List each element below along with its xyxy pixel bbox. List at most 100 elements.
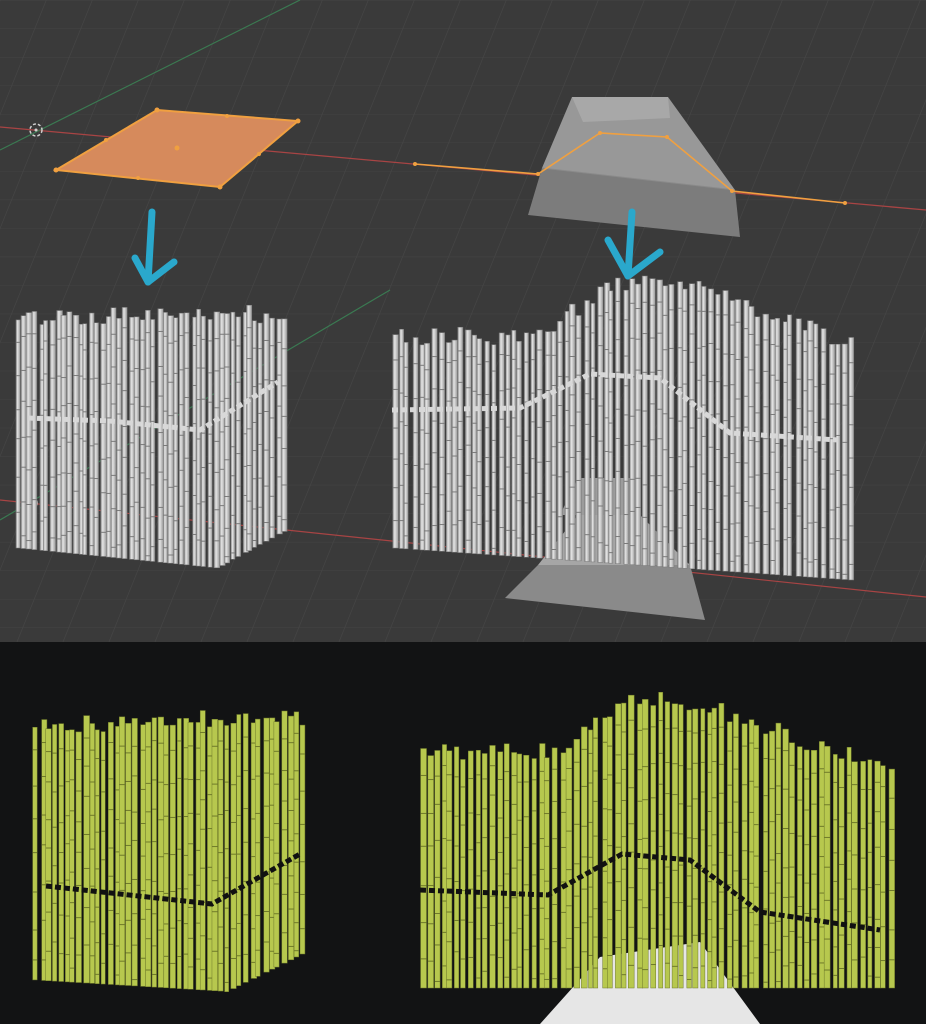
bamboo-pole (664, 701, 670, 989)
bamboo-pole (602, 717, 608, 989)
bamboo-fence-box[interactable] (15, 304, 288, 569)
bamboo-pole (139, 319, 146, 561)
bamboo-pole (867, 759, 873, 989)
bamboo-pole (484, 341, 490, 555)
bamboo-pole (235, 316, 241, 557)
bamboo-pole (399, 329, 404, 549)
bamboo-pole (288, 715, 295, 961)
bamboo-pole (60, 315, 67, 553)
bamboo-pole (451, 339, 458, 553)
bamboo-pole (196, 308, 201, 567)
bamboo-pole (43, 320, 48, 551)
bamboo-pole (671, 703, 678, 989)
bamboo-pole (551, 747, 558, 989)
bamboo-pole (615, 277, 621, 564)
bamboo-pole (100, 323, 107, 557)
bamboo-pole (211, 719, 218, 991)
bamboo-pole (748, 719, 755, 989)
bamboo-pole (688, 283, 695, 570)
bamboo-pole (157, 716, 164, 988)
bamboo-pole (100, 731, 106, 985)
bamboo-pole (476, 338, 482, 555)
bamboo-pole (763, 733, 769, 989)
bamboo-pole (621, 702, 627, 989)
bamboo-pole (460, 759, 466, 989)
bamboo-pole (545, 331, 552, 559)
bamboo-pole (457, 326, 464, 553)
bamboo-pole (597, 286, 604, 563)
bamboo-pole (753, 725, 760, 989)
bamboo-pole (692, 708, 699, 989)
bamboo-pole (243, 713, 249, 983)
bamboo-pole (434, 750, 441, 989)
bamboo-pole (608, 290, 614, 564)
bamboo-pole (491, 344, 497, 556)
bamboo-pole (192, 316, 197, 566)
bamboo-pole (833, 754, 838, 989)
bamboo-pole (257, 322, 263, 545)
bamboo-pole (789, 742, 795, 989)
bamboo-pole (32, 727, 38, 981)
bamboo-pole (775, 722, 782, 989)
bamboo-pole (224, 725, 229, 992)
bamboo-pole (431, 328, 438, 552)
bamboo-pole (627, 694, 635, 989)
bamboo-pole (517, 753, 522, 989)
bamboo-pole (66, 311, 73, 554)
bamboo-pole (682, 288, 688, 569)
bamboo-pole (819, 741, 825, 989)
bamboo-pole (782, 321, 788, 576)
bamboo-pole (592, 717, 599, 989)
bamboo-pole (848, 337, 855, 581)
bamboo-pole (590, 303, 596, 563)
bamboo-pole (748, 306, 755, 574)
bamboo-pole (412, 337, 419, 550)
bamboo-pole (133, 316, 140, 561)
bamboo-pole (523, 332, 529, 558)
bamboo-pole (255, 718, 261, 977)
bamboo-pole (634, 283, 642, 566)
bamboo-pole (851, 761, 858, 989)
bamboo-pole (145, 310, 151, 562)
bamboo-pole (588, 729, 593, 989)
bamboo-pole (52, 724, 58, 982)
bamboo-pole (584, 300, 590, 562)
bamboo-pole (642, 699, 649, 989)
bamboo-pole (108, 722, 114, 985)
bamboo-pole (543, 757, 550, 989)
bamboo-pole (754, 316, 761, 574)
bamboo-pole (707, 288, 714, 571)
bamboo-pole (498, 332, 505, 556)
bamboo-pole (511, 752, 517, 989)
bamboo-pole (445, 342, 452, 553)
bamboo-pole (169, 724, 176, 989)
bamboo-pole (392, 334, 399, 549)
bamboo-pole (119, 716, 126, 986)
bamboo-pole (95, 729, 100, 984)
bamboo-pole (565, 747, 573, 989)
blender-3d-viewport[interactable] (0, 0, 926, 642)
bamboo-pole (471, 334, 477, 554)
bamboo-pole (75, 731, 82, 983)
bamboo-pole (82, 323, 88, 555)
bamboo-pole (427, 755, 434, 989)
bamboo-pole (581, 726, 588, 989)
bamboo-pole (157, 308, 164, 563)
bamboo-pole (536, 329, 543, 559)
bamboo-pole (65, 729, 70, 983)
bamboo-pole (69, 729, 75, 983)
bamboo-pole (446, 750, 453, 989)
bamboo-pole (89, 312, 95, 556)
bamboo-pole (668, 284, 675, 568)
bamboo-pole (173, 317, 179, 565)
bamboo-pole (838, 758, 845, 989)
bamboo-pole (178, 312, 184, 565)
bamboo-pole (403, 342, 409, 550)
bamboo-pole (281, 318, 288, 532)
viewport-canvas[interactable] (0, 0, 926, 642)
bamboo-pole (45, 728, 52, 981)
bamboo-pole (468, 750, 474, 989)
bamboo-pole (741, 723, 748, 989)
bamboo-pole (299, 724, 306, 955)
bamboo-pole (442, 744, 447, 989)
